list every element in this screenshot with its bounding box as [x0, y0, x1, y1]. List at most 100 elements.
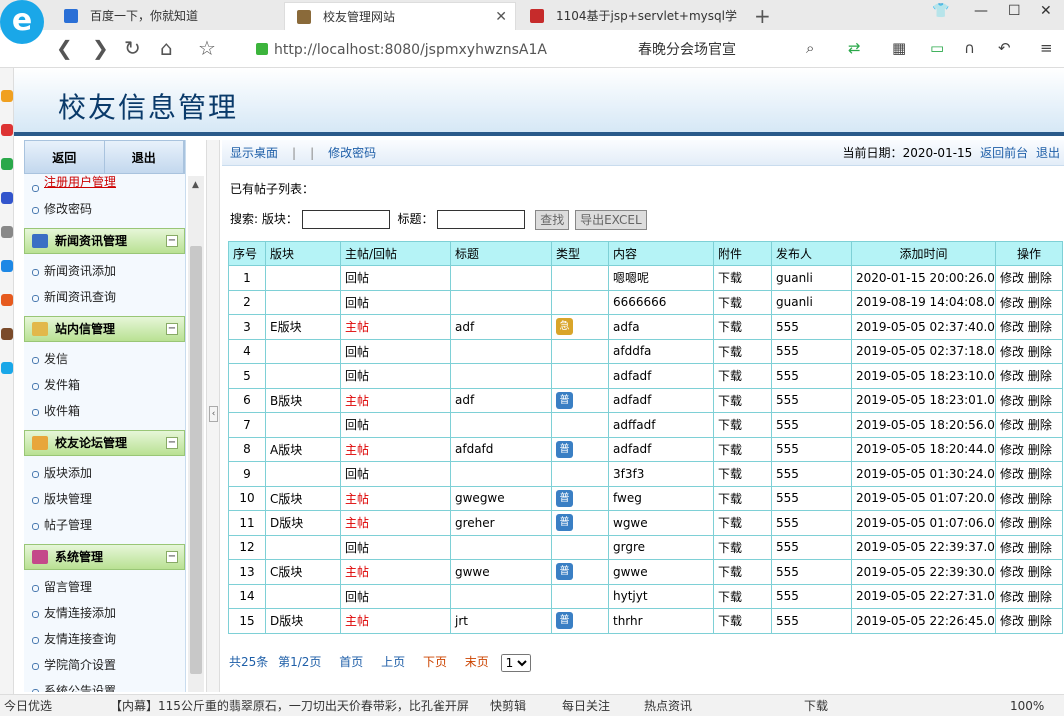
doc-icon[interactable]	[1, 226, 13, 238]
sidebar-item-post-manage[interactable]: 帖子管理	[24, 512, 185, 538]
sidebar-item-outbox[interactable]: 发件箱	[24, 372, 185, 398]
home-icon[interactable]: ⌂	[160, 37, 173, 59]
headphones-icon[interactable]: ∩	[964, 39, 975, 57]
sidebar-item-change-password[interactable]: 修改密码	[24, 196, 185, 222]
collapse-left-icon[interactable]: ‹	[209, 406, 218, 422]
sidebar-item-link-query[interactable]: 友情连接查询	[24, 626, 185, 652]
delete-link[interactable]: 删除	[1028, 541, 1052, 555]
edit-link[interactable]: 修改	[1000, 345, 1024, 359]
download-link[interactable]: 下载	[713, 338, 772, 364]
delete-link[interactable]: 删除	[1028, 590, 1052, 604]
minimize-icon[interactable]: —	[974, 3, 988, 19]
last-page-link[interactable]: 末页	[465, 655, 489, 669]
edit-link[interactable]: 修改	[1000, 443, 1024, 457]
delete-link[interactable]: 删除	[1028, 345, 1052, 359]
download-link[interactable]: 下载	[713, 363, 772, 389]
status-clip[interactable]: 快剪辑	[490, 695, 526, 716]
next-page-link[interactable]: 下页	[423, 655, 447, 669]
delete-link[interactable]: 删除	[1028, 271, 1052, 285]
menu-icon[interactable]: ≡	[1040, 39, 1053, 57]
first-page-link[interactable]: 首页	[339, 655, 363, 669]
maximize-icon[interactable]: ☐	[1008, 3, 1021, 19]
sidebar-group-forum[interactable]: 校友论坛管理 −	[24, 430, 185, 456]
sidebar-item-user-management[interactable]: 注册用户管理	[24, 174, 185, 196]
sidebar-item-board-add[interactable]: 版块添加	[24, 460, 185, 486]
delete-link[interactable]: 删除	[1028, 443, 1052, 457]
edit-link[interactable]: 修改	[1000, 296, 1024, 310]
edit-link[interactable]: 修改	[1000, 394, 1024, 408]
collapse-icon[interactable]: −	[166, 323, 178, 335]
sidebar-item-message-board[interactable]: 留言管理	[24, 574, 185, 600]
edit-link[interactable]: 修改	[1000, 565, 1024, 579]
battery-icon[interactable]: ▭	[930, 39, 944, 57]
game-icon[interactable]	[1, 328, 13, 340]
browser-tab-baidu[interactable]: 百度一下，你就知道	[52, 2, 282, 30]
sidebar-item-news-add[interactable]: 新闻资讯添加	[24, 258, 185, 284]
sidebar-item-send[interactable]: 发信	[24, 346, 185, 372]
edit-link[interactable]: 修改	[1000, 614, 1024, 628]
download-link[interactable]: 下载	[713, 387, 772, 413]
download-link[interactable]: 下载	[713, 559, 772, 585]
edit-link[interactable]: 修改	[1000, 320, 1024, 334]
sidebar-item-board-manage[interactable]: 版块管理	[24, 486, 185, 512]
edit-link[interactable]: 修改	[1000, 590, 1024, 604]
change-password-link[interactable]: 修改密码	[328, 146, 376, 160]
sidebar-scrollbar[interactable]: ▲	[188, 176, 204, 692]
status-hot[interactable]: 热点资讯	[644, 695, 692, 716]
url-extension-text[interactable]: 春晚分会场官宣	[638, 38, 736, 62]
status-daily[interactable]: 每日关注	[562, 695, 610, 716]
edit-link[interactable]: 修改	[1000, 541, 1024, 555]
sidebar-group-news[interactable]: 新闻资讯管理 −	[24, 228, 185, 254]
delete-link[interactable]: 删除	[1028, 320, 1052, 334]
url-field[interactable]: http://localhost:8080/jspmxyhwznsA1A 春晚分…	[256, 38, 826, 62]
download-link[interactable]: 下载	[713, 510, 772, 536]
mail-icon[interactable]	[1, 158, 13, 170]
delete-link[interactable]: 删除	[1028, 369, 1052, 383]
download-link[interactable]: 下载	[713, 265, 772, 291]
delete-link[interactable]: 删除	[1028, 467, 1052, 481]
prev-page-link[interactable]: 上页	[381, 655, 405, 669]
download-link[interactable]: 下载	[713, 608, 772, 634]
status-download[interactable]: 下载	[804, 695, 828, 716]
search-icon[interactable]: ⌕	[806, 39, 814, 57]
download-link[interactable]: 下载	[713, 534, 772, 560]
app-icon[interactable]	[1, 362, 13, 374]
show-desktop-link[interactable]: 显示桌面	[230, 146, 278, 160]
download-link[interactable]: 下载	[713, 289, 772, 315]
sidebar-item-announcement[interactable]: 系统公告设置	[24, 678, 185, 692]
favorite-star-icon[interactable]: ☆	[198, 37, 216, 59]
translate-icon[interactable]: ⇄	[848, 39, 861, 57]
scrollbar-thumb[interactable]	[190, 246, 202, 674]
new-tab-button[interactable]: +	[754, 4, 771, 28]
download-link[interactable]: 下载	[713, 461, 772, 487]
edit-link[interactable]: 修改	[1000, 492, 1024, 506]
collapse-icon[interactable]: −	[166, 551, 178, 563]
delete-link[interactable]: 删除	[1028, 296, 1052, 310]
undo-icon[interactable]: ↶	[998, 39, 1011, 57]
sidebar-item-college-intro[interactable]: 学院简介设置	[24, 652, 185, 678]
delete-link[interactable]: 删除	[1028, 492, 1052, 506]
browser-tab-alumni[interactable]: 校友管理网站 ✕	[284, 2, 516, 30]
title-search-input[interactable]	[437, 210, 526, 229]
back-button[interactable]: 返回	[25, 141, 105, 173]
sidebar-group-messages[interactable]: 站内信管理 −	[24, 316, 185, 342]
sidebar-item-inbox[interactable]: 收件箱	[24, 398, 185, 424]
sidebar-item-news-query[interactable]: 新闻资讯查询	[24, 284, 185, 310]
logout-link[interactable]: 退出	[1036, 146, 1060, 160]
scroll-up-icon[interactable]: ▲	[192, 180, 199, 190]
find-button[interactable]: 查找	[535, 209, 570, 230]
back-arrow-icon[interactable]: ❮	[56, 37, 73, 59]
edit-link[interactable]: 修改	[1000, 418, 1024, 432]
back-to-front-link[interactable]: 返回前台	[980, 146, 1028, 160]
close-window-icon[interactable]: ✕	[1040, 3, 1052, 19]
collapse-icon[interactable]: −	[166, 235, 178, 247]
delete-link[interactable]: 删除	[1028, 394, 1052, 408]
download-link[interactable]: 下载	[713, 485, 772, 511]
status-zoom[interactable]: 100%	[1010, 695, 1044, 716]
chat-icon[interactable]	[1, 260, 13, 272]
browser-tab-project[interactable]: 1104基于jsp+servlet+mysql学	[518, 2, 746, 30]
delete-link[interactable]: 删除	[1028, 565, 1052, 579]
edit-link[interactable]: 修改	[1000, 271, 1024, 285]
app-icon[interactable]	[1, 192, 13, 204]
download-link[interactable]: 下载	[713, 436, 772, 462]
